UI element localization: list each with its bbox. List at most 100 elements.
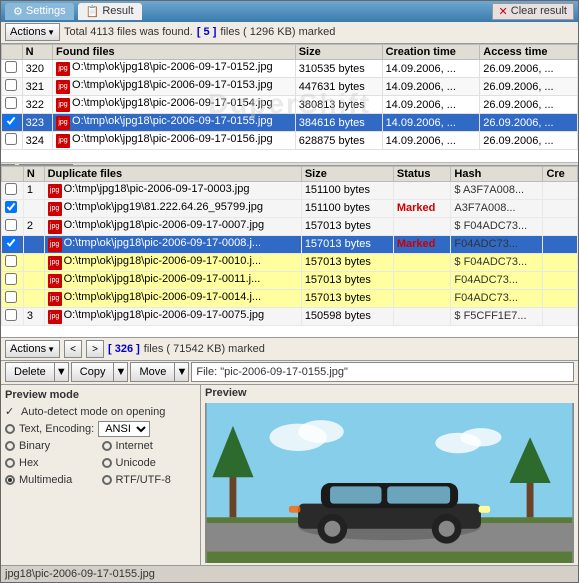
- table-row[interactable]: 321 jpgO:\tmp\ok\jpg18\pic-2006-09-17-01…: [2, 78, 578, 96]
- dup-n: [23, 253, 44, 271]
- delete-split-button[interactable]: Delete ▼: [5, 362, 69, 382]
- multimedia-radio[interactable]: [5, 475, 15, 485]
- chevron-down-icon5: ▼: [176, 366, 187, 378]
- dup-checkbox[interactable]: [2, 307, 24, 325]
- dup-cre: [543, 271, 578, 289]
- dup-n: 2: [23, 217, 44, 235]
- row-checkbox[interactable]: [2, 78, 23, 96]
- file-icon: jpg: [48, 202, 62, 216]
- encoding-select[interactable]: ANSI: [98, 421, 150, 437]
- dup-hash: $ A3F7A008...: [451, 181, 543, 199]
- dup-size: 150598 bytes: [301, 307, 393, 325]
- hex-radio[interactable]: [5, 458, 15, 468]
- dup-checkbox[interactable]: [2, 217, 24, 235]
- move-button[interactable]: Move: [130, 362, 175, 382]
- move-dropdown[interactable]: ▼: [175, 362, 189, 382]
- dup-checkbox[interactable]: [2, 289, 24, 307]
- dup-status: [393, 307, 451, 325]
- dup-n: [23, 271, 44, 289]
- text-radio[interactable]: [5, 424, 15, 434]
- rtf-radio[interactable]: [102, 475, 112, 485]
- dup-col-status: Status: [393, 166, 451, 181]
- dup-table-row[interactable]: 2 jpgO:\tmp\ok\jpg18\pic-2006-09-17-0007…: [2, 217, 578, 235]
- dup-table-row[interactable]: jpgO:\tmp\ok\jpg18\pic-2006-09-17-0014.j…: [2, 289, 578, 307]
- actions-found-button[interactable]: Actions ▼: [5, 23, 60, 41]
- delete-dropdown[interactable]: ▼: [55, 362, 69, 382]
- next-button[interactable]: >: [86, 340, 104, 358]
- dup-status: [393, 253, 451, 271]
- dup-size: 151100 bytes: [301, 199, 393, 217]
- table-row[interactable]: 323 jpgO:\tmp\ok\jpg18\pic-2006-09-17-01…: [2, 114, 578, 132]
- dup-col-size: Size: [301, 166, 393, 181]
- bottom-count: [ 326 ]: [108, 343, 140, 355]
- table-row[interactable]: 320 jpgO:\tmp\ok\jpg18\pic-2006-09-17-01…: [2, 60, 578, 78]
- row-n: 322: [22, 96, 52, 114]
- dup-file: jpgO:\tmp\jpg18\pic-2006-09-17-0003.jpg: [44, 181, 301, 199]
- table-row[interactable]: 324 jpgO:\tmp\ok\jpg18\pic-2006-09-17-01…: [2, 132, 578, 150]
- dup-n: 3: [23, 307, 44, 325]
- file-icon: jpg: [56, 98, 70, 112]
- dup-size: 157013 bytes: [301, 271, 393, 289]
- dup-file: jpgO:\tmp\ok\jpg18\pic-2006-09-17-0014.j…: [44, 289, 301, 307]
- status-badge: Marked: [397, 238, 436, 250]
- text-encoding-label: Text, Encoding:: [19, 423, 94, 435]
- file-icon: jpg: [56, 134, 70, 148]
- dup-files-table: N Duplicate files Size Status Hash Cre 1…: [1, 166, 578, 339]
- preview-title: Preview: [201, 385, 578, 401]
- dup-size: 157013 bytes: [301, 289, 393, 307]
- dup-status: [393, 289, 451, 307]
- col-checkbox: [2, 45, 23, 60]
- internet-radio[interactable]: [102, 441, 112, 451]
- file-icon: jpg: [48, 238, 62, 252]
- dup-checkbox[interactable]: [2, 199, 24, 217]
- row-file: jpgO:\tmp\ok\jpg18\pic-2006-09-17-0153.j…: [53, 78, 296, 96]
- delete-button[interactable]: Delete: [5, 362, 55, 382]
- tab-result[interactable]: 📋 Result: [78, 3, 142, 20]
- dup-table-row[interactable]: 1 jpgO:\tmp\jpg18\pic-2006-09-17-0003.jp…: [2, 181, 578, 199]
- row-checkbox[interactable]: [2, 60, 23, 78]
- close-icon: ✕: [499, 5, 508, 18]
- dup-checkbox[interactable]: [2, 253, 24, 271]
- dup-checkbox[interactable]: [2, 181, 24, 199]
- dup-status: [393, 217, 451, 235]
- move-split-button[interactable]: Move ▼: [130, 362, 189, 382]
- dup-table-row[interactable]: jpgO:\tmp\ok\jpg19\81.222.64.26_95799.jp…: [2, 199, 578, 217]
- row-checkbox[interactable]: [2, 114, 23, 132]
- row-checkbox[interactable]: [2, 132, 23, 150]
- dup-table-row[interactable]: jpgO:\tmp\ok\jpg18\pic-2006-09-17-0008.j…: [2, 235, 578, 253]
- row-checkbox[interactable]: [2, 96, 23, 114]
- dup-size: 157013 bytes: [301, 253, 393, 271]
- found-files-table: DuperShift N Found files Size Creation t…: [1, 44, 578, 165]
- file-label: File: "pic-2006-09-17-0155.jpg": [191, 362, 574, 382]
- binary-radio[interactable]: [5, 441, 15, 451]
- row-file: jpgO:\tmp\ok\jpg18\pic-2006-09-17-0154.j…: [53, 96, 296, 114]
- col-found-files: Found files: [53, 45, 296, 60]
- table-row[interactable]: 322 jpgO:\tmp\ok\jpg18\pic-2006-09-17-01…: [2, 96, 578, 114]
- binary-row: Binary: [5, 440, 100, 452]
- dup-file: jpgO:\tmp\ok\jpg18\pic-2006-09-17-0011.j…: [44, 271, 301, 289]
- copy-split-button[interactable]: Copy ▼: [71, 362, 129, 382]
- dup-checkbox[interactable]: [2, 235, 24, 253]
- dup-file: jpgO:\tmp\ok\jpg18\pic-2006-09-17-0075.j…: [44, 307, 301, 325]
- copy-button[interactable]: Copy: [71, 362, 115, 382]
- clear-result-button[interactable]: ✕ Clear result: [492, 3, 574, 20]
- actions-bottom-button[interactable]: Actions ▼: [5, 340, 60, 358]
- preview-image: [205, 403, 574, 563]
- chevron-down-icon: ▼: [47, 28, 55, 37]
- dup-table-row[interactable]: 3 jpgO:\tmp\ok\jpg18\pic-2006-09-17-0075…: [2, 307, 578, 325]
- auto-detect-check[interactable]: ✓: [5, 405, 17, 418]
- unicode-row: Unicode: [102, 457, 197, 469]
- prev-button[interactable]: <: [64, 340, 82, 358]
- car-image: [205, 403, 574, 563]
- auto-detect-label: Auto-detect mode on opening: [21, 406, 165, 418]
- dup-table-row[interactable]: jpgO:\tmp\ok\jpg18\pic-2006-09-17-0010.j…: [2, 253, 578, 271]
- file-icon: jpg: [56, 62, 70, 76]
- dup-checkbox[interactable]: [2, 271, 24, 289]
- tab-settings[interactable]: ⚙ Settings: [5, 3, 74, 20]
- found-toolbar: Actions ▼ Total 4113 files was found. [ …: [1, 22, 578, 44]
- unicode-radio[interactable]: [102, 458, 112, 468]
- dup-table-row[interactable]: jpgO:\tmp\ok\jpg18\pic-2006-09-17-0011.j…: [2, 271, 578, 289]
- right-panel: Preview: [201, 385, 578, 565]
- row-size: 384616 bytes: [295, 114, 382, 132]
- copy-dropdown[interactable]: ▼: [114, 362, 128, 382]
